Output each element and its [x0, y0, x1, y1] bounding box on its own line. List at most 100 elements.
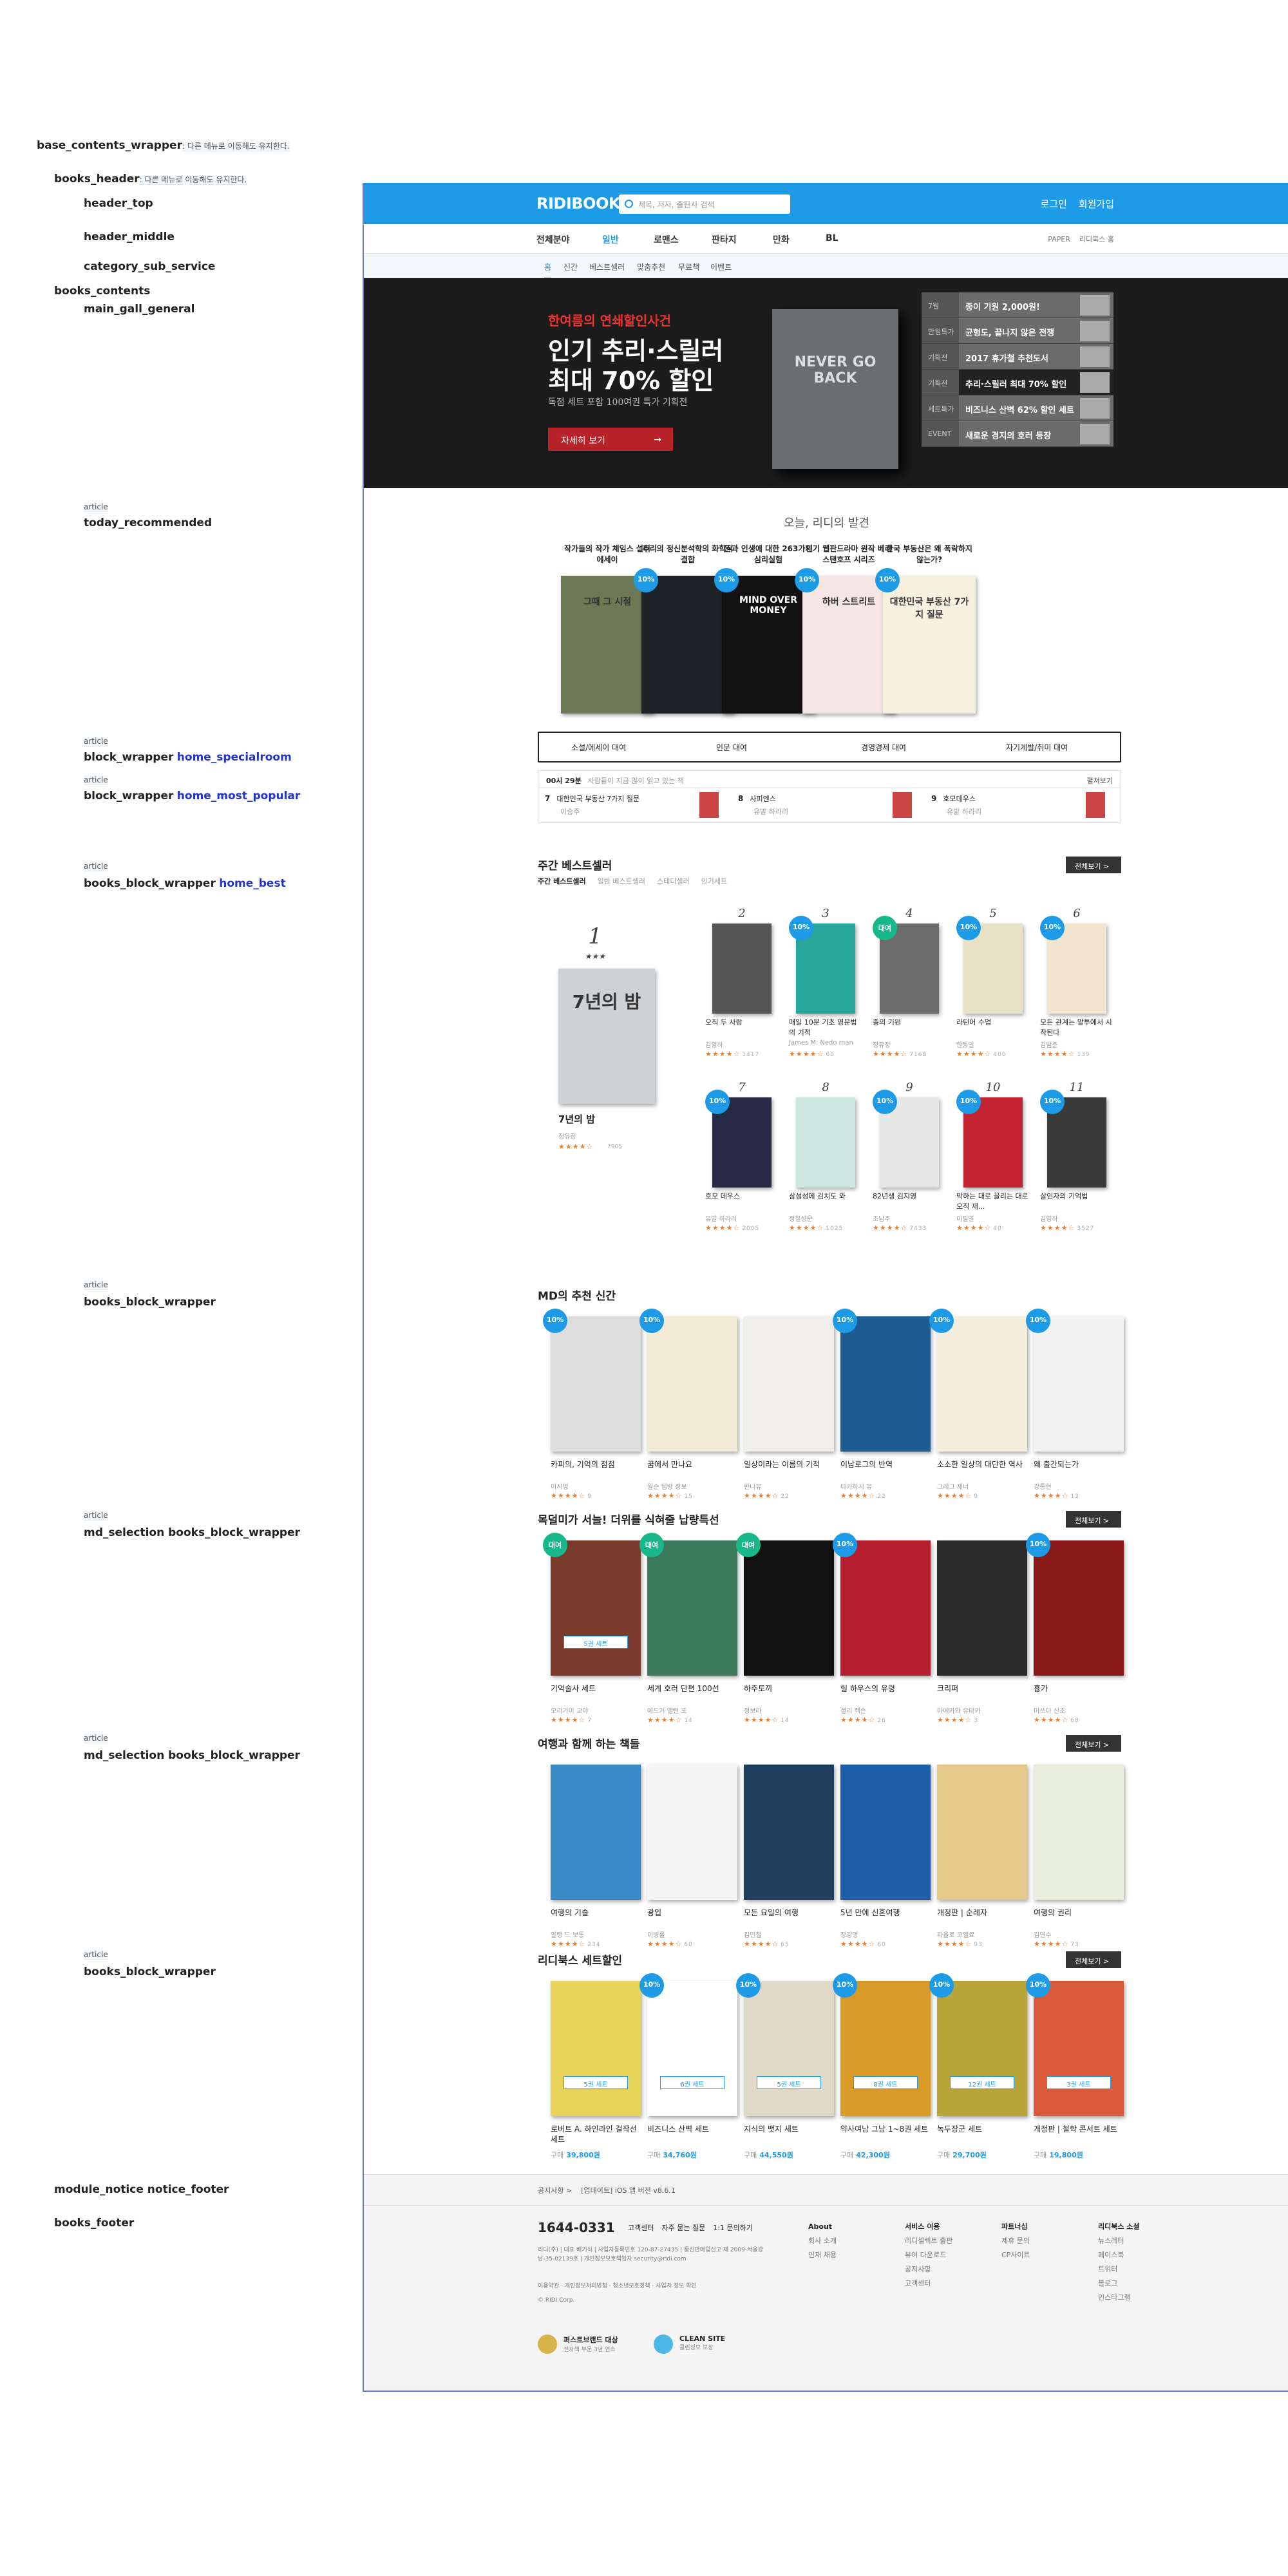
book-title[interactable]: 로버트 A. 하인라인 걸작선 세트 — [551, 2124, 641, 2145]
book-cover[interactable] — [840, 1540, 931, 1676]
footer-column-link[interactable]: 트위터 — [1098, 2262, 1140, 2277]
nav-bl[interactable]: BL — [826, 233, 838, 243]
footer-link[interactable]: 1:1 문의하기 — [713, 2224, 753, 2232]
book-cover[interactable] — [744, 1316, 834, 1452]
login-link[interactable]: 로그인 — [1040, 198, 1066, 210]
special-category-link[interactable]: 자기계발/취미 대여 — [1006, 742, 1068, 753]
tab-bestseller[interactable]: 베스트셀러 — [589, 261, 625, 272]
tab-event[interactable]: 이벤트 — [710, 261, 732, 272]
book-cover[interactable] — [647, 1316, 737, 1452]
book-title[interactable]: 라틴어 수업 — [956, 1018, 1030, 1028]
paper-link[interactable]: PAPER — [1048, 235, 1070, 243]
popular-item[interactable]: 7 대한민국 부동산 7가지 질문 이승주 — [545, 793, 639, 817]
nav-romance[interactable]: 로맨스 — [654, 233, 679, 246]
banner-list-item[interactable]: 7월 종이 기원 2,000원! — [922, 292, 1113, 318]
footer-column-link[interactable]: 페이스북 — [1098, 2248, 1140, 2262]
book-cover[interactable]: MIND OVER MONEY — [722, 576, 815, 714]
book-title[interactable]: 비즈니스 산벽 세트 — [647, 2124, 737, 2134]
book-cover[interactable] — [1034, 1316, 1124, 1452]
book-cover[interactable] — [641, 576, 734, 714]
footer-policy-links[interactable]: 이용약관 · 개인정보처리방침 · 청소년보호정책 · 사업자 정보 확인 — [538, 2282, 776, 2291]
nav-fantasy[interactable]: 판타지 — [712, 233, 737, 246]
banner-list-item[interactable]: 만원특가 균형도, 끝나지 않은 전쟁 — [922, 318, 1113, 344]
banner-list-item[interactable]: 세트특가 비즈니스 산벽 62% 할인 세트 — [922, 395, 1113, 421]
nav-comics[interactable]: 만화 — [773, 233, 790, 246]
book-cover[interactable] — [744, 1540, 834, 1676]
special-category-link[interactable]: 인문 대여 — [716, 742, 747, 753]
book-cover[interactable]: 하버 스트리트 — [802, 576, 895, 714]
book-title[interactable]: 종의 기원 — [873, 1018, 946, 1028]
popular-expand-link[interactable]: 펼쳐보기 — [1087, 775, 1113, 786]
book-cover[interactable] — [551, 1765, 641, 1900]
book-cover[interactable]: 그때 그 시절 — [561, 576, 654, 714]
book-cover[interactable] — [647, 1765, 737, 1900]
book-cover[interactable]: 3권 세트 — [1034, 1981, 1124, 2116]
book-title[interactable]: 살인자의 기억법 — [1040, 1191, 1113, 1202]
book-cover[interactable] — [840, 1316, 931, 1452]
footer-column-link[interactable]: 고객센터 — [905, 2277, 952, 2291]
footer-column-link[interactable]: 제휴 문의 — [1001, 2234, 1030, 2248]
special-category-link[interactable]: 소설/에세이 대여 — [571, 742, 626, 753]
book-title[interactable]: 하주토끼 — [744, 1683, 834, 1694]
footer-column-link[interactable]: 인재 채용 — [808, 2248, 837, 2262]
book-title[interactable]: 5년 만에 신혼여행 — [840, 1908, 931, 1918]
book-title[interactable]: 릴 하우스의 유령 — [840, 1683, 931, 1694]
book-title[interactable]: 삼성성에 김치도 와 — [789, 1191, 862, 1202]
footer-link[interactable]: 고객센터 — [628, 2224, 654, 2232]
bestseller-tab[interactable]: 일반 베스트셀러 — [598, 877, 645, 886]
banner-list-item[interactable]: 기획전 추리·스릴러 최대 70% 할인 — [922, 370, 1113, 395]
book-title[interactable]: 꿈에서 만나요 — [647, 1459, 737, 1470]
bestseller-tab[interactable]: 스테디셀러 — [657, 877, 690, 886]
footer-column-link[interactable]: 뉴스레터 — [1098, 2234, 1140, 2248]
book-cover[interactable] — [937, 1540, 1027, 1676]
tab-new[interactable]: 신간 — [564, 261, 578, 272]
footer-link[interactable]: 자주 묻는 질문 — [661, 2224, 705, 2232]
bestseller-more-button[interactable]: 전체보기 > — [1066, 857, 1121, 873]
nav-general[interactable]: 일반 — [602, 233, 619, 246]
book-cover[interactable] — [712, 923, 772, 1014]
book-cover[interactable] — [744, 1765, 834, 1900]
book-title[interactable]: 오직 두 사람 — [705, 1018, 779, 1028]
footer-column-link[interactable]: 뷰어 다운로드 — [905, 2248, 952, 2262]
footer-column-link[interactable]: 회사 소개 — [808, 2234, 837, 2248]
bestseller-tab[interactable]: 주간 베스트셀러 — [538, 877, 586, 886]
book-cover[interactable] — [1034, 1765, 1124, 1900]
book-title[interactable]: 녹두장군 세트 — [937, 2124, 1027, 2134]
book-title[interactable]: 개정판 | 철학 콘서트 세트 — [1034, 2124, 1124, 2134]
book-title[interactable]: 크리퍼 — [937, 1683, 1027, 1694]
book-title[interactable]: 막하는 대로 끌리는 대로 오직 재... — [956, 1191, 1030, 1212]
book-title[interactable]: 기억술사 세트 — [551, 1683, 641, 1694]
banner-list-item[interactable]: EVENT 새로운 경지의 호러 등장 — [922, 421, 1113, 447]
book-title[interactable]: 일상이라는 이름의 기적 — [744, 1459, 834, 1470]
footer-column-link[interactable]: 인스타그램 — [1098, 2291, 1140, 2305]
book-title[interactable]: 여행의 기술 — [551, 1908, 641, 1918]
book-title[interactable]: 7년의 밤 — [558, 1114, 649, 1124]
ridi-home-link[interactable]: 리디북스 홈 — [1079, 235, 1114, 243]
footer-column-link[interactable]: 리디셀렉트 출판 — [905, 2234, 952, 2248]
book-cover[interactable] — [796, 1097, 855, 1188]
footer-column-link[interactable]: 블로그 — [1098, 2277, 1140, 2291]
book-title[interactable]: 82년생 김지영 — [873, 1191, 946, 1202]
book-cover[interactable] — [1034, 1540, 1124, 1676]
tab-recommend[interactable]: 맞춤추천 — [637, 261, 665, 272]
popular-item[interactable]: 8 사피엔스 유발 하라리 — [738, 793, 788, 817]
book-cover[interactable]: 대한민국 부동산 7가지 질문 — [883, 576, 976, 714]
popular-item[interactable]: 9 호모데우스 유발 하라리 — [931, 793, 981, 817]
book-title[interactable]: 광입 — [647, 1908, 737, 1918]
book-cover[interactable]: 6권 세트 — [647, 1981, 737, 2116]
banner-book-cover[interactable]: NEVER GO BACK — [772, 309, 898, 469]
book-title[interactable]: 모든 요일의 여행 — [744, 1908, 834, 1918]
theme1-more-button[interactable]: 전체보기 > — [1066, 1511, 1121, 1528]
book-title[interactable]: 흉가 — [1034, 1683, 1124, 1694]
book-cover[interactable]: 8권 세트 — [840, 1981, 931, 2116]
notice-text[interactable]: [업데이트] iOS 앱 버전 v8.6.1 — [581, 2186, 676, 2195]
special-category-link[interactable]: 경영경제 대여 — [861, 742, 906, 753]
notice-label[interactable]: 공지사항 > — [538, 2186, 572, 2195]
book-title[interactable]: 이남로그의 반역 — [840, 1459, 931, 1470]
book-title[interactable]: 모든 관계는 말투에서 시작된다 — [1040, 1018, 1113, 1038]
book-title[interactable]: 호모 데우스 — [705, 1191, 779, 1202]
book-title[interactable]: 카피의, 기억의 점점 — [551, 1459, 641, 1470]
book-cover[interactable]: 12권 세트 — [937, 1981, 1027, 2116]
book-title[interactable]: 세계 호러 단편 100선 — [647, 1683, 737, 1694]
book-title[interactable]: 개정판 | 순례자 — [937, 1908, 1027, 1918]
